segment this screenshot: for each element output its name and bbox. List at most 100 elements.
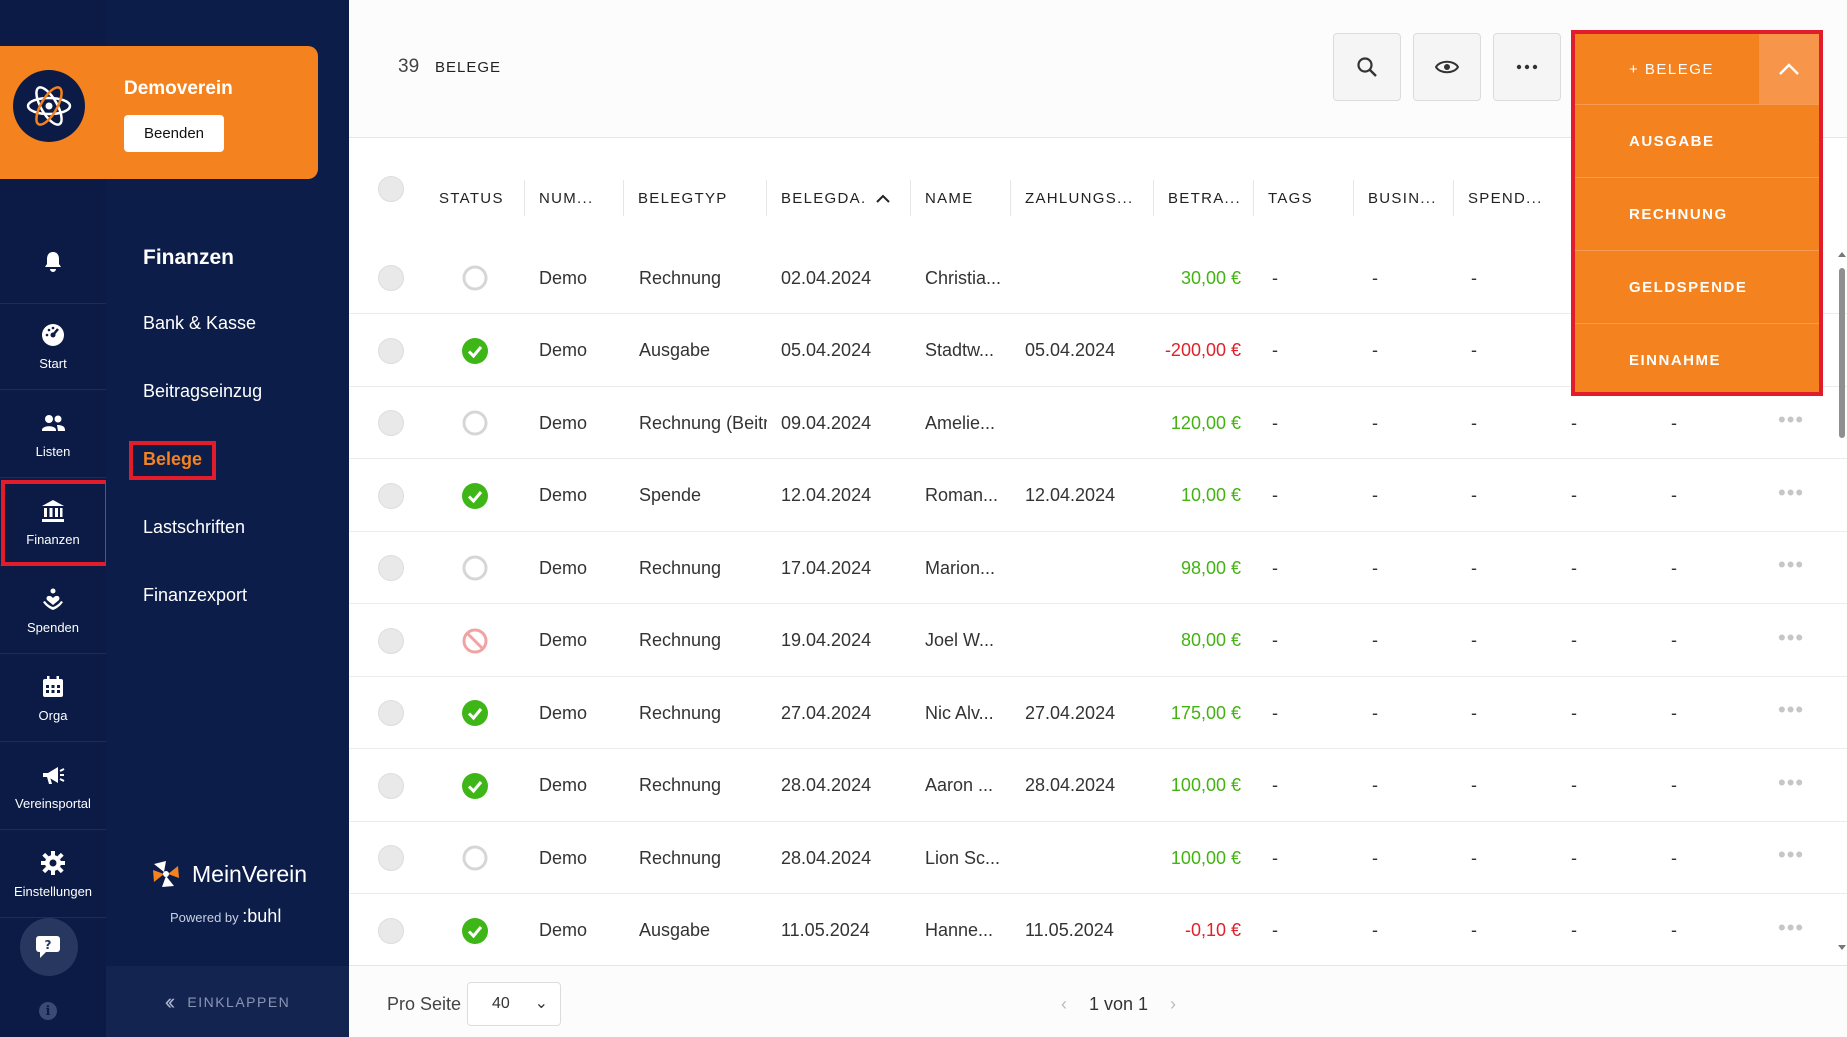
cell-name: Amelie... (925, 412, 996, 433)
next-page-icon[interactable]: › (1170, 994, 1176, 1015)
menu-item-einnahme[interactable]: EINNAHME (1575, 323, 1819, 396)
row-checkbox[interactable] (378, 627, 404, 654)
rail-item-orga[interactable]: Orga (0, 656, 106, 742)
scroll-up-icon[interactable] (1837, 250, 1847, 258)
row-checkbox[interactable] (378, 700, 404, 726)
table-row[interactable]: Demo Rechnung 28.04.2024 Aaron ... 28.04.202… (349, 750, 1847, 822)
row-checkbox[interactable] (378, 555, 404, 581)
rail-item-listen[interactable]: Listen (0, 392, 106, 478)
cell-nummer: Demo (539, 340, 588, 360)
scrollbar-thumb[interactable] (1839, 268, 1845, 438)
more-actions-button[interactable] (1493, 33, 1561, 101)
prev-page-icon[interactable]: ‹ (1061, 994, 1067, 1015)
row-more-icon[interactable]: ••• (1778, 842, 1804, 868)
cell-belegtyp: Rechnung (639, 847, 722, 868)
cell-spende: - (1471, 557, 1477, 578)
cell-zahlungsdatum (1025, 242, 1145, 314)
row-checkbox[interactable] (378, 265, 404, 291)
highlight-box-belege (129, 441, 216, 480)
table-row[interactable]: Demo Rechnung 17.04.2024 Marion... - - - - - 98,0… (349, 532, 1847, 604)
menu-item-ausgabe[interactable]: AUSGABE (1575, 104, 1819, 177)
status-open-icon (461, 409, 489, 437)
row-checkbox[interactable] (378, 772, 404, 799)
search-button[interactable] (1333, 33, 1401, 101)
rail-item-start[interactable]: Start (0, 304, 106, 390)
cell-nummer: Demo (539, 847, 588, 868)
per-page-select[interactable]: 40 ⌄ (467, 982, 561, 1026)
column-header-tags[interactable]: TAGS (1253, 180, 1354, 216)
chat-icon: ? (36, 936, 60, 958)
cell-business: - (1372, 847, 1378, 868)
row-more-icon[interactable]: ••• (1778, 915, 1804, 941)
cell-tags: - (1272, 340, 1278, 360)
table-scrollbar[interactable] (1837, 250, 1847, 960)
cell-belegtyp: Rechnung (639, 775, 722, 795)
rail-item-spenden[interactable]: Spenden (0, 568, 106, 654)
table-row[interactable]: Demo Rechnung 19.04.2024 Joel W... - - - - - 80,0… (349, 605, 1847, 677)
bell-icon (45, 251, 61, 272)
view-button[interactable] (1413, 33, 1481, 101)
cell-nummer: Demo (539, 630, 588, 650)
menu-item-rechnung[interactable]: RECHNUNG (1575, 177, 1819, 250)
column-header-nummer[interactable]: NUM... (524, 180, 624, 216)
add-menu-toggle[interactable] (1759, 34, 1819, 104)
rail-item-einstellungen[interactable]: Einstellungen (0, 832, 106, 918)
cell-belegtyp: Rechnung (639, 267, 722, 288)
subnav-item-lastschriften[interactable]: Lastschriften (143, 517, 245, 538)
table-row[interactable]: Demo Ausgabe 11.05.2024 Hanne... 11.05.2024 -… (349, 895, 1847, 967)
table-row[interactable]: Demo Rechnung (Beitra 09.04.2024 Amelie... -… (349, 387, 1847, 459)
column-header-spende[interactable]: SPEND... (1453, 180, 1554, 216)
row-checkbox[interactable] (378, 410, 404, 436)
info-icon[interactable]: i (39, 1002, 57, 1020)
column-header-belegdatum[interactable]: BELEGDA... (766, 180, 866, 216)
column-header-belegtyp[interactable]: BELEGTYP (623, 180, 767, 216)
table-row[interactable]: Demo Spende 12.04.2024 Roman... 12.04.2024 - -… (349, 460, 1847, 532)
feedback-button[interactable]: ? (20, 918, 78, 976)
row-checkbox[interactable] (378, 917, 404, 944)
menu-item-geldspende[interactable]: GELDSPENDE (1575, 250, 1819, 323)
row-checkbox[interactable] (378, 845, 404, 871)
column-header-zahlungsdatum[interactable]: ZAHLUNGS... (1010, 180, 1154, 216)
row-more-icon[interactable]: ••• (1778, 407, 1804, 433)
cell-extra-2: - (1671, 630, 1677, 650)
status-paid-icon (461, 699, 489, 727)
cell-belegtyp: Rechnung (639, 630, 722, 650)
row-more-icon[interactable]: ••• (1778, 552, 1804, 578)
rail-item-vereinsportal[interactable]: Vereinsportal (0, 744, 106, 830)
cell-zahlungsdatum: 05.04.2024 (1025, 340, 1116, 360)
notifications-button[interactable] (0, 220, 106, 304)
row-checkbox[interactable] (378, 482, 404, 509)
select-all-checkbox[interactable] (378, 176, 404, 202)
row-more-icon[interactable]: ••• (1778, 770, 1804, 796)
dashboard-icon (42, 324, 64, 346)
column-header-business[interactable]: BUSIN... (1353, 180, 1454, 216)
rail-label-listen: Listen (35, 444, 71, 459)
cell-business: - (1372, 557, 1378, 578)
cell-extra-1: - (1571, 557, 1577, 578)
documents-count: 39 (398, 56, 420, 77)
column-header-name[interactable]: NAME (910, 180, 1011, 216)
column-header-betrag[interactable]: BETRA... (1153, 180, 1254, 216)
status-open-icon (461, 844, 489, 872)
row-more-icon[interactable]: ••• (1778, 697, 1804, 723)
end-demo-button[interactable]: Beenden (124, 115, 224, 152)
cell-tags: - (1272, 702, 1278, 723)
subnav-item-bank-kasse[interactable]: Bank & Kasse (143, 313, 256, 334)
collapse-button[interactable]: ‹‹ EINKLAPPEN (106, 966, 349, 1037)
add-document-button[interactable]: + BELEGE (1575, 34, 1759, 104)
cell-betrag: -200,00 € (1164, 340, 1241, 360)
cell-betrag: -0,10 € (1184, 920, 1241, 940)
table-row[interactable]: Demo Rechnung 27.04.2024 Nic Alv... 27.04.20… (349, 677, 1847, 749)
subnav-item-finanzexport[interactable]: Finanzexport (143, 585, 247, 606)
table-row[interactable]: Demo Rechnung 28.04.2024 Lion Sc... - - - - - 100… (349, 822, 1847, 894)
row-more-icon[interactable]: ••• (1778, 480, 1804, 506)
scroll-down-icon[interactable] (1837, 944, 1847, 952)
cell-belegtyp: Ausgabe (639, 920, 711, 940)
cell-extra-2: - (1671, 920, 1677, 940)
column-header-status[interactable]: STATUS (425, 180, 525, 216)
cell-betrag: 175,00 € (1170, 702, 1241, 723)
sort-ascending-icon[interactable] (875, 193, 891, 203)
subnav-item-beitragseinzug[interactable]: Beitragseinzug (143, 381, 262, 402)
row-checkbox[interactable] (378, 337, 404, 364)
row-more-icon[interactable]: ••• (1778, 625, 1804, 651)
